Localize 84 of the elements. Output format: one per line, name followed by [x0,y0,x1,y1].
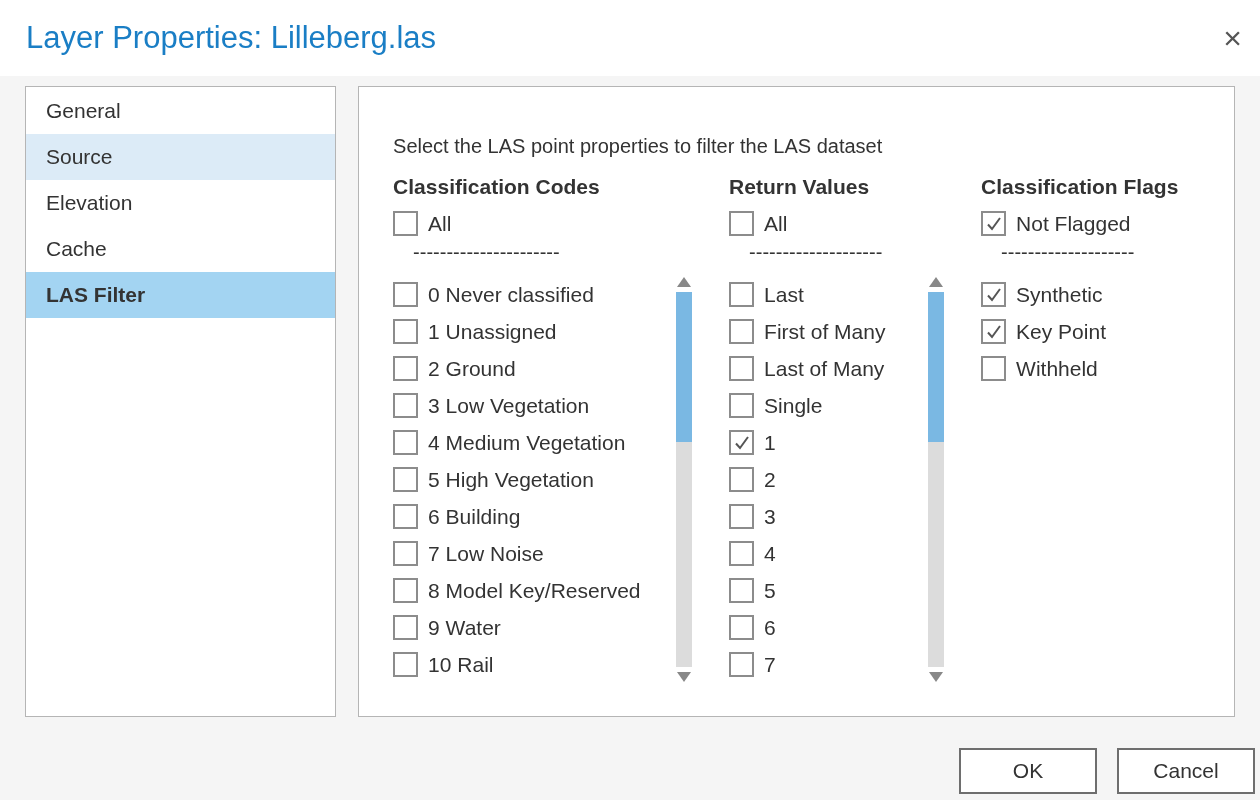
scroll-down-icon[interactable] [676,671,693,683]
close-button[interactable]: × [1223,22,1242,54]
checkbox[interactable] [729,282,755,307]
checkbox-label: Single [764,392,823,419]
checkbox[interactable] [393,282,419,307]
checkbox[interactable] [393,211,419,236]
column-heading: Return Values [729,174,871,200]
checkbox[interactable] [729,467,755,492]
checkbox[interactable] [393,393,419,418]
scrollbar-thumb[interactable] [928,292,945,442]
checkbox[interactable] [729,541,755,566]
checkbox[interactable] [729,393,755,418]
checkbox-label: 4 [764,540,776,567]
checkbox-label: Last [764,281,804,308]
checkbox-label: 5 [764,577,776,604]
separator-text: ---------------------- [413,242,561,265]
checkbox[interactable] [393,578,419,603]
checkbox-label: All [764,210,788,237]
checkbox[interactable] [729,615,755,640]
column-heading: Classification Flags [981,174,1180,200]
checkbox-label: 6 [764,614,776,641]
checkbox-label: 2 [764,466,776,493]
checkbox[interactable] [393,541,419,566]
checkbox[interactable] [981,356,1007,381]
separator-text: -------------------- [1001,242,1136,265]
check-icon [985,286,1002,303]
window-title: Layer Properties: Lilleberg.las [26,18,437,57]
checkbox[interactable] [729,430,755,455]
checkbox-label: 9 Water [428,614,501,641]
checkbox-label: 1 [764,429,776,456]
dialog-button[interactable]: OK [959,748,1097,794]
checkbox[interactable] [729,356,755,381]
checkbox[interactable] [981,211,1007,236]
checkbox[interactable] [393,356,419,381]
checkbox[interactable] [729,319,755,344]
scrollbar-track[interactable] [928,292,945,667]
scroll-up-icon[interactable] [928,276,945,288]
checkbox-label: 4 Medium Vegetation [428,429,626,456]
checkbox[interactable] [393,430,419,455]
check-icon [985,215,1002,232]
sidebar-item[interactable]: LAS Filter [26,272,336,318]
sidebar-item[interactable]: Source [26,134,336,180]
checkbox-label: 0 Never classified [428,281,594,308]
check-icon [733,434,750,451]
checkbox-label: 10 Rail [428,651,494,678]
checkbox[interactable] [729,652,755,677]
checkbox[interactable] [729,211,755,236]
checkbox-label: 3 [764,503,776,530]
sidebar-item[interactable]: Elevation [26,180,336,226]
checkbox[interactable] [729,504,755,529]
check-icon [985,323,1002,340]
checkbox[interactable] [393,467,419,492]
dialog-button[interactable]: Cancel [1117,748,1255,794]
checkbox[interactable] [393,615,419,640]
instruction-text: Select the LAS point properties to filter the LAS dataset [393,134,884,159]
sidebar-item[interactable]: General [26,88,336,134]
checkbox-label: 7 [764,651,776,678]
separator-text: -------------------- [749,242,884,265]
checkbox-label: Key Point [1016,318,1106,345]
checkbox-label: 1 Unassigned [428,318,557,345]
checkbox-label: 2 Ground [428,355,516,382]
checkbox[interactable] [393,319,419,344]
checkbox[interactable] [393,652,419,677]
checkbox-label: 5 High Vegetation [428,466,594,493]
scroll-up-icon[interactable] [676,276,693,288]
checkbox-label: Synthetic [1016,281,1103,308]
checkbox[interactable] [393,504,419,529]
checkbox-label: First of Many [764,318,886,345]
checkbox-label: Last of Many [764,355,885,382]
checkbox[interactable] [729,578,755,603]
checkbox[interactable] [981,282,1007,307]
checkbox-label: 3 Low Vegetation [428,392,590,419]
scrollbar-thumb[interactable] [676,292,693,442]
scroll-down-icon[interactable] [928,671,945,683]
scrollbar-track[interactable] [676,292,693,667]
checkbox-label: 7 Low Noise [428,540,544,567]
checkbox-label: Not Flagged [1016,210,1131,237]
checkbox-label: 8 Model Key/Reserved [428,577,641,604]
checkbox-label: 6 Building [428,503,521,530]
checkbox-label: All [428,210,452,237]
column-heading: Classification Codes [393,174,601,200]
sidebar-item[interactable]: Cache [26,226,336,272]
checkbox-label: Withheld [1016,355,1098,382]
checkbox[interactable] [981,319,1007,344]
